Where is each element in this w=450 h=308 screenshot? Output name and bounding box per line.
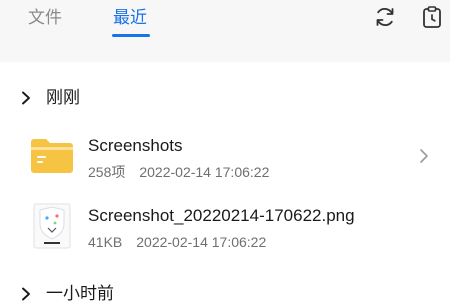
section-one-hour-ago[interactable]: 一小时前 bbox=[0, 280, 450, 308]
section-title: 一小时前 bbox=[46, 284, 114, 303]
item-meta: 258项 2022-02-14 17:06:22 bbox=[88, 162, 269, 182]
history-button[interactable] bbox=[418, 3, 446, 31]
item-meta: 41KB 2022-02-14 17:06:22 bbox=[88, 232, 266, 252]
refresh-icon bbox=[376, 8, 394, 26]
section-title: 刚刚 bbox=[46, 88, 80, 107]
item-name: Screenshot_20220214-170622.png bbox=[88, 206, 355, 225]
item-datetime: 2022-02-14 17:06:22 bbox=[136, 234, 267, 250]
list-item-file[interactable]: Screenshot_20220214-170622.png 41KB 2022-… bbox=[0, 196, 450, 256]
active-tab-indicator bbox=[112, 34, 150, 37]
tab-recent[interactable]: 最近 bbox=[113, 6, 147, 30]
item-count: 258项 bbox=[88, 164, 126, 180]
image-thumbnail bbox=[33, 203, 71, 249]
item-size: 41KB bbox=[88, 234, 123, 250]
item-datetime: 2022-02-14 17:06:22 bbox=[139, 164, 270, 180]
refresh-button[interactable] bbox=[371, 3, 399, 31]
clipboard-clock-icon bbox=[423, 6, 441, 28]
item-name: Screenshots bbox=[88, 136, 183, 155]
top-bar: 文件 最近 bbox=[0, 0, 450, 62]
chevron-right-icon bbox=[420, 149, 428, 163]
folder-icon bbox=[31, 139, 73, 173]
chevron-right-icon bbox=[22, 91, 30, 105]
tab-files[interactable]: 文件 bbox=[28, 6, 62, 30]
list-item-folder[interactable]: Screenshots 258项 2022-02-14 17:06:22 bbox=[0, 126, 450, 186]
section-just-now[interactable]: 刚刚 bbox=[0, 84, 450, 112]
